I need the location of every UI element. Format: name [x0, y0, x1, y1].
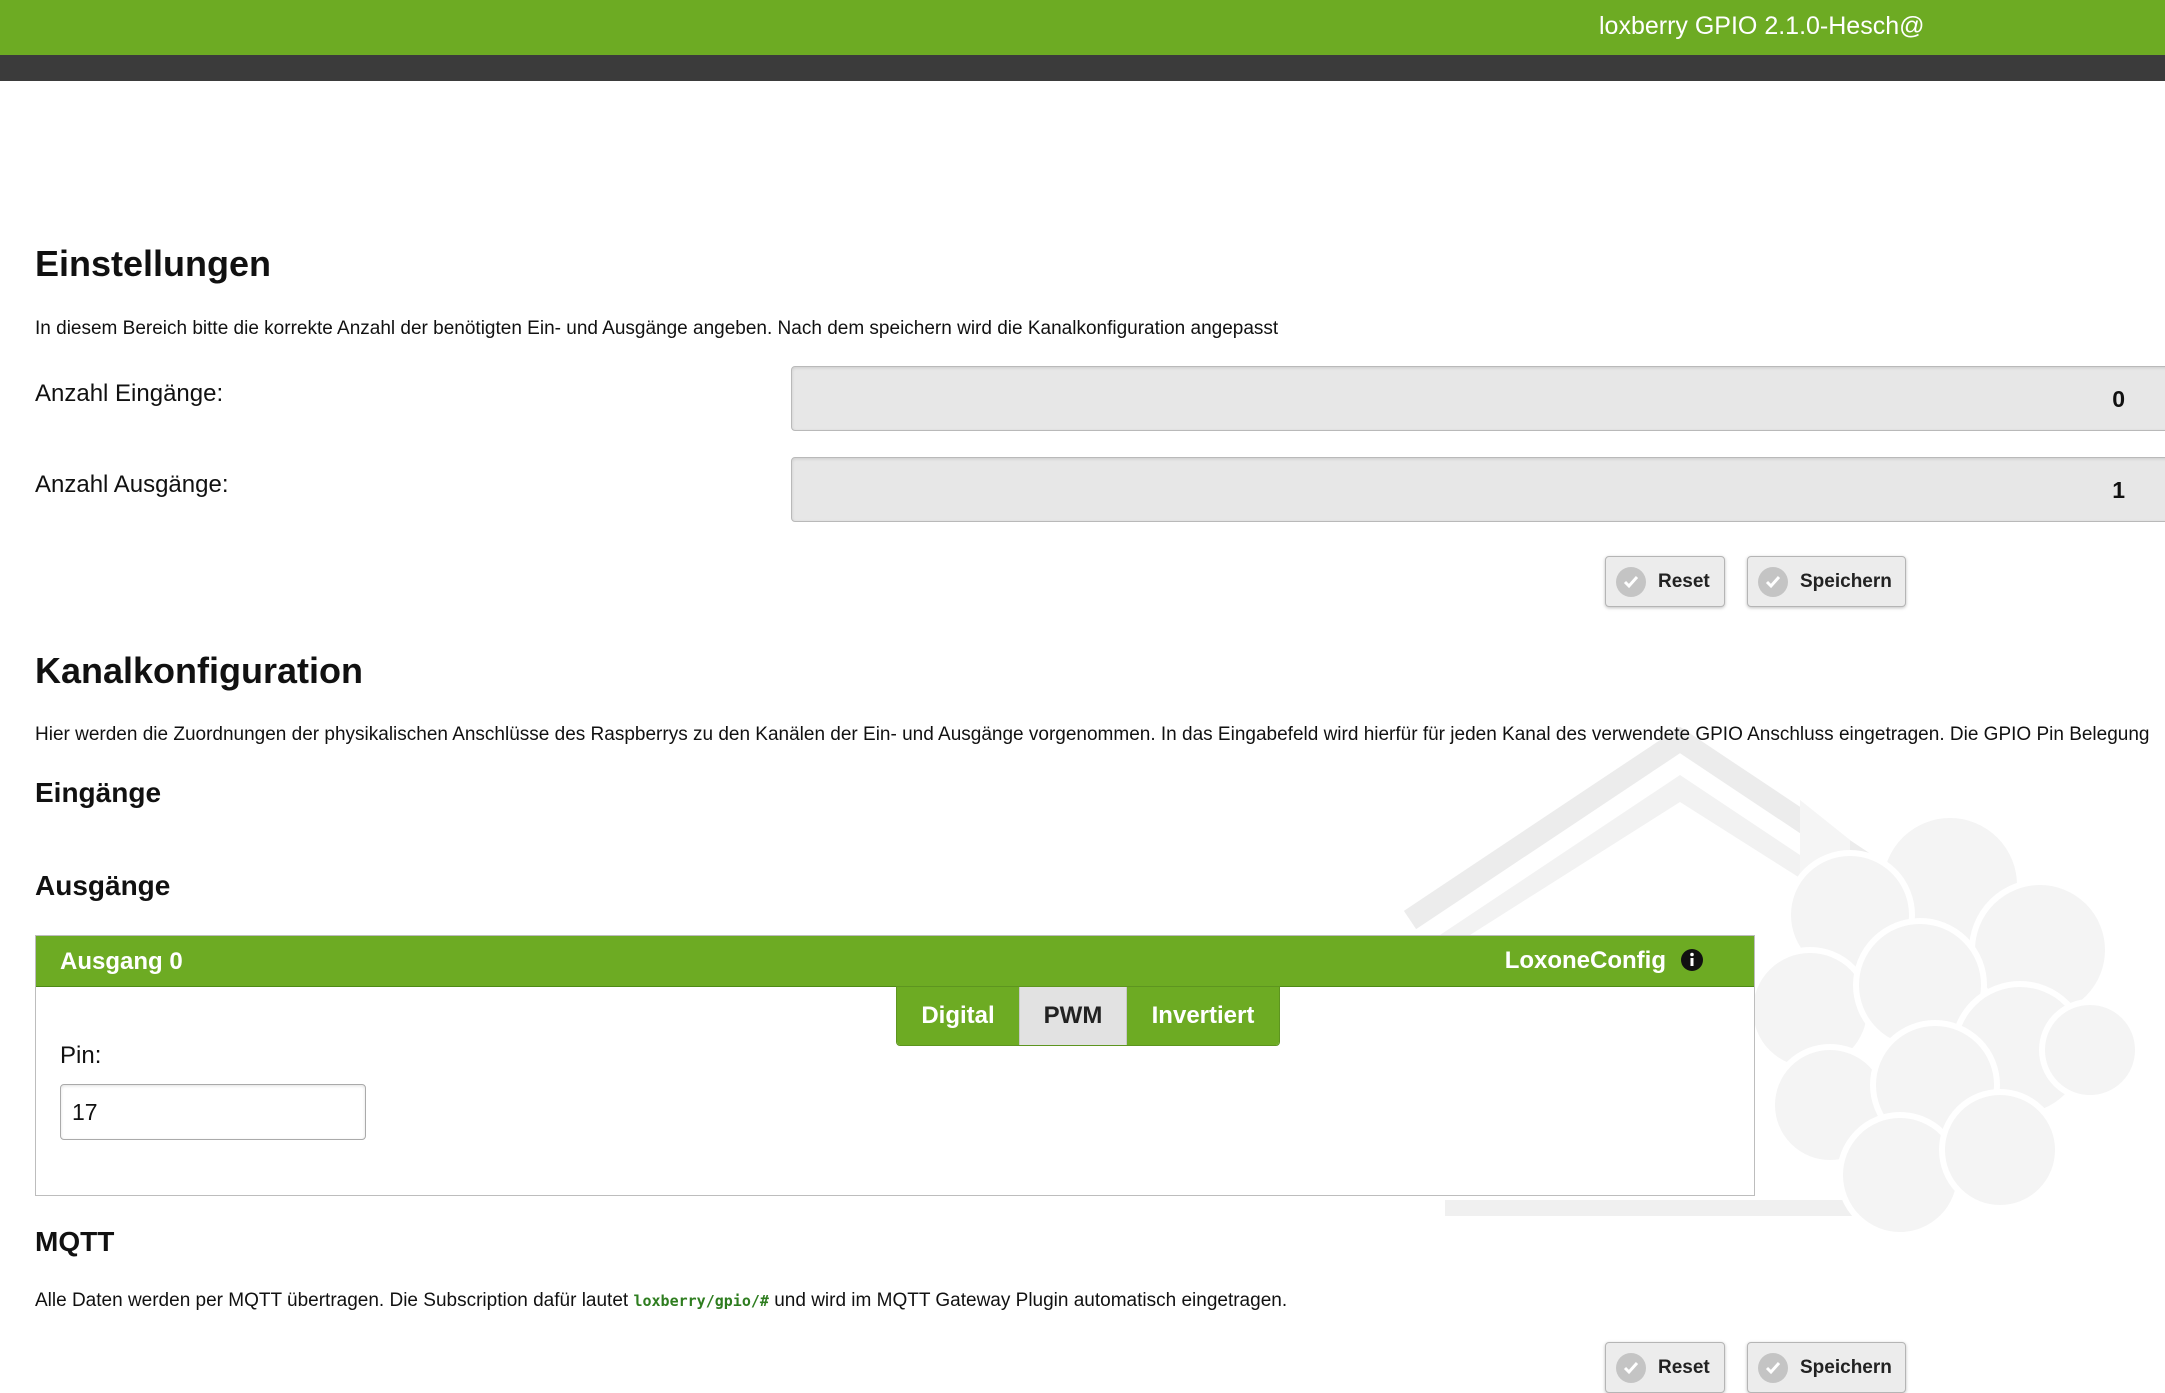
- output-0-title: Ausgang 0: [60, 948, 183, 975]
- check-icon: [1616, 566, 1646, 597]
- mqtt-save-button[interactable]: Speichern: [1747, 1342, 1906, 1393]
- mode-digital-button[interactable]: Digital: [897, 987, 1019, 1045]
- inputs-heading: Eingänge: [35, 777, 162, 808]
- inputs-count-field[interactable]: 0: [791, 366, 2165, 431]
- outputs-count-label: Anzahl Ausgänge:: [35, 471, 229, 498]
- pin-input-value: 17: [72, 1099, 98, 1125]
- check-icon: [1758, 1352, 1788, 1383]
- mqtt-reset-button[interactable]: Reset: [1605, 1342, 1725, 1393]
- check-icon: [1616, 1352, 1646, 1383]
- save-button-label: Speichern: [1800, 570, 1892, 592]
- output-0-header[interactable]: Ausgang 0 LoxoneConfig: [36, 936, 1754, 987]
- mqtt-text-after: und wird im MQTT Gateway Plugin automati…: [768, 1290, 1288, 1311]
- channels-heading: Kanalkonfiguration: [35, 650, 364, 691]
- mqtt-reset-button-label: Reset: [1658, 1356, 1710, 1378]
- loxone-config-link[interactable]: LoxoneConfig: [1505, 947, 1666, 975]
- header-subbar: [0, 55, 2165, 81]
- mqtt-text-before: Alle Daten werden per MQTT übertragen. D…: [35, 1290, 634, 1311]
- check-icon: [1758, 566, 1788, 597]
- info-icon[interactable]: [1680, 948, 1704, 972]
- outputs-count-field[interactable]: 1: [791, 457, 2165, 522]
- output-0-panel: Ausgang 0 LoxoneConfig Digital PWM Inver…: [35, 935, 1755, 1196]
- mode-pwm-button[interactable]: PWM: [1019, 987, 1127, 1045]
- pin-input[interactable]: 17: [60, 1084, 366, 1140]
- reset-button-label: Reset: [1658, 570, 1710, 592]
- mode-inverted-button[interactable]: Invertiert: [1127, 987, 1279, 1045]
- outputs-heading: Ausgänge: [35, 870, 171, 901]
- reset-button[interactable]: Reset: [1605, 556, 1725, 607]
- outputs-count-value: 1: [2112, 477, 2125, 503]
- inputs-count-label: Anzahl Eingänge:: [35, 380, 224, 407]
- settings-description: In diesem Bereich bitte die korrekte Anz…: [35, 318, 1279, 339]
- app-title: loxberry GPIO 2.1.0-Hesch@: [1599, 12, 1925, 40]
- mqtt-save-button-label: Speichern: [1800, 1356, 1892, 1378]
- mqtt-description: Alle Daten werden per MQTT übertragen. D…: [35, 1290, 1287, 1312]
- output-mode-selector: Digital PWM Invertiert: [896, 986, 1280, 1046]
- mqtt-heading: MQTT: [35, 1226, 115, 1257]
- channels-description: Hier werden die Zuordnungen der physikal…: [35, 724, 2150, 745]
- app-header: loxberry GPIO 2.1.0-Hesch@: [0, 0, 2165, 55]
- settings-heading: Einstellungen: [35, 243, 272, 284]
- mqtt-topic: loxberry/gpio/#: [633, 1292, 769, 1310]
- save-button[interactable]: Speichern: [1747, 556, 1906, 607]
- pin-label: Pin:: [60, 1042, 102, 1069]
- inputs-count-value: 0: [2112, 386, 2125, 412]
